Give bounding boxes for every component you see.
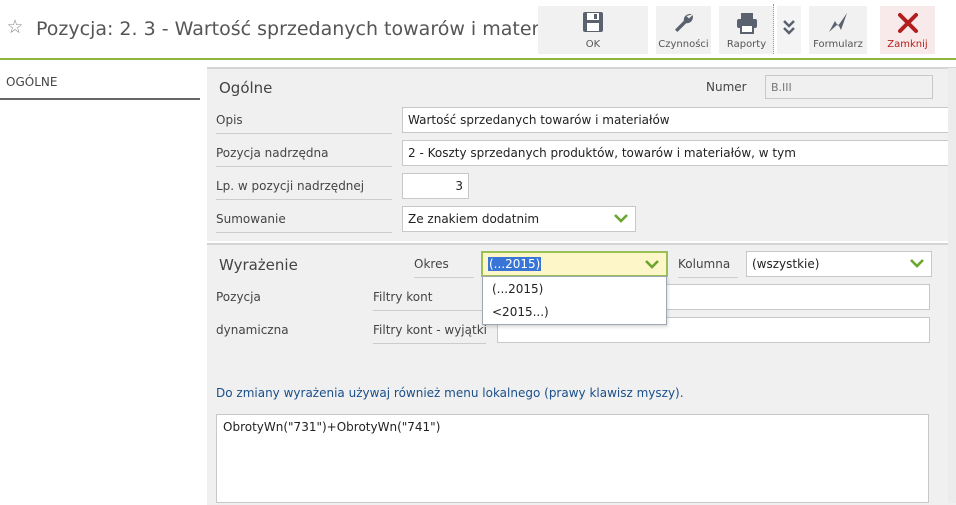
section-title-ogolne: Ogólne <box>219 79 273 97</box>
sumowanie-select[interactable]: Ze znakiem dodatnim <box>402 206 636 232</box>
opis-field[interactable]: Wartość sprzedanych towarów i materiałów <box>402 107 956 133</box>
sidebar-item-label: OGÓLNE <box>6 75 58 89</box>
formularz-button[interactable]: Formularz <box>809 6 867 54</box>
filtry-kont-label: Filtry kont <box>373 290 486 311</box>
okres-select[interactable]: (...2015) <box>481 251 668 277</box>
lp-field[interactable]: 3 <box>402 173 469 199</box>
save-icon <box>538 11 648 37</box>
chevron-down-icon <box>645 260 659 269</box>
printer-icon <box>719 11 774 37</box>
numer-field: B.III <box>765 75 933 99</box>
numer-label: Numer <box>706 80 747 94</box>
close-icon <box>880 11 935 37</box>
kolumna-value: (wszystkie) <box>752 257 820 271</box>
ok-button[interactable]: OK <box>538 6 648 54</box>
more-actions-button[interactable] <box>777 6 801 54</box>
sumowanie-value: Ze znakiem dodatnim <box>408 212 540 226</box>
zamknij-button[interactable]: Zamknij <box>880 6 935 54</box>
expression-hint: Do zmiany wyrażenia używaj również menu … <box>216 386 684 400</box>
okres-option[interactable]: (...2015) <box>483 278 666 300</box>
vertical-scrollbar[interactable] <box>948 68 956 503</box>
kolumna-select[interactable]: (wszystkie) <box>746 251 932 277</box>
zamknij-label: Zamknij <box>887 39 928 50</box>
sidebar-item-ogolne[interactable]: OGÓLNE <box>0 65 200 100</box>
okres-option[interactable]: <2015...) <box>483 301 666 323</box>
lp-label: Lp. w pozycji nadrzędnej <box>216 179 392 200</box>
czynnosci-label: Czynności <box>658 39 709 50</box>
page-title: Pozycja: 2. 3 - Wartość sprzedanych towa… <box>36 18 589 40</box>
okres-value: (...2015) <box>488 257 542 271</box>
ok-label: OK <box>585 39 601 50</box>
favorite-star-icon[interactable]: ☆ <box>5 17 25 37</box>
sumowanie-label: Sumowanie <box>216 212 392 233</box>
opis-label: Opis <box>216 113 392 134</box>
filtry-kont-wyjatki-label: Filtry kont - wyjątki <box>373 323 487 344</box>
pozycja-label: Pozycja <box>216 290 261 304</box>
expression-editor[interactable]: ObrotyWn("731")+ObrotyWn("741") <box>216 414 929 503</box>
raporty-button[interactable]: Raporty <box>719 6 774 54</box>
okres-label: Okres <box>414 257 474 278</box>
dynamiczna-label: dynamiczna <box>216 323 289 337</box>
toolbar-separator <box>773 4 774 54</box>
lightning-icon <box>809 11 867 37</box>
wrench-icon <box>656 11 711 37</box>
chevron-down-icon <box>614 214 628 223</box>
chevron-down-icon <box>910 259 924 268</box>
double-chevron-down-icon <box>777 19 801 45</box>
raporty-label: Raporty <box>726 39 767 50</box>
formularz-label: Formularz <box>813 39 863 50</box>
okres-dropdown-list: (...2015) <2015...) <box>482 276 667 325</box>
kolumna-label: Kolumna <box>678 257 738 278</box>
czynnosci-button[interactable]: Czynności <box>656 6 711 54</box>
pozycja-nadrzedna-label: Pozycja nadrzędna <box>216 146 392 167</box>
section-title-wyrazenie: Wyrażenie <box>219 256 298 274</box>
pozycja-nadrzedna-field[interactable]: 2 - Koszty sprzedanych produktów, towaró… <box>402 140 956 166</box>
